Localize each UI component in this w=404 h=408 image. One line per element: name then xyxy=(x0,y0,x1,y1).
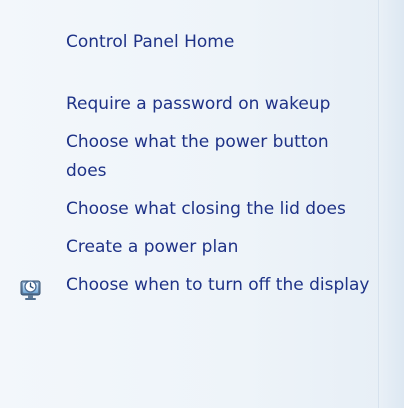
create-power-plan-link[interactable]: Create a power plan xyxy=(0,233,378,262)
choose-lid-close-action-link[interactable]: Choose what closing the lid does xyxy=(0,195,378,224)
choose-power-button-action-link[interactable]: Choose what the power button does xyxy=(0,128,378,186)
choose-display-off-time-link[interactable]: Choose when to turn off the display xyxy=(0,271,378,300)
task-links: Control Panel Home Require a password on… xyxy=(0,28,378,300)
pane-edge xyxy=(378,0,404,408)
create-power-plan-label: Create a power plan xyxy=(66,237,239,257)
choose-power-button-action-label: Choose what the power button does xyxy=(66,132,329,181)
require-password-on-wakeup-link[interactable]: Require a password on wakeup xyxy=(0,90,378,119)
choose-lid-close-action-label: Choose what closing the lid does xyxy=(66,199,346,219)
control-panel-task-pane: Control Panel Home Require a password on… xyxy=(0,0,404,408)
control-panel-home-link[interactable]: Control Panel Home xyxy=(0,28,378,57)
choose-display-off-time-label: Choose when to turn off the display xyxy=(66,275,370,295)
require-password-on-wakeup-label: Require a password on wakeup xyxy=(66,94,331,114)
control-panel-home-label: Control Panel Home xyxy=(66,32,235,52)
display-timer-icon xyxy=(18,276,44,302)
